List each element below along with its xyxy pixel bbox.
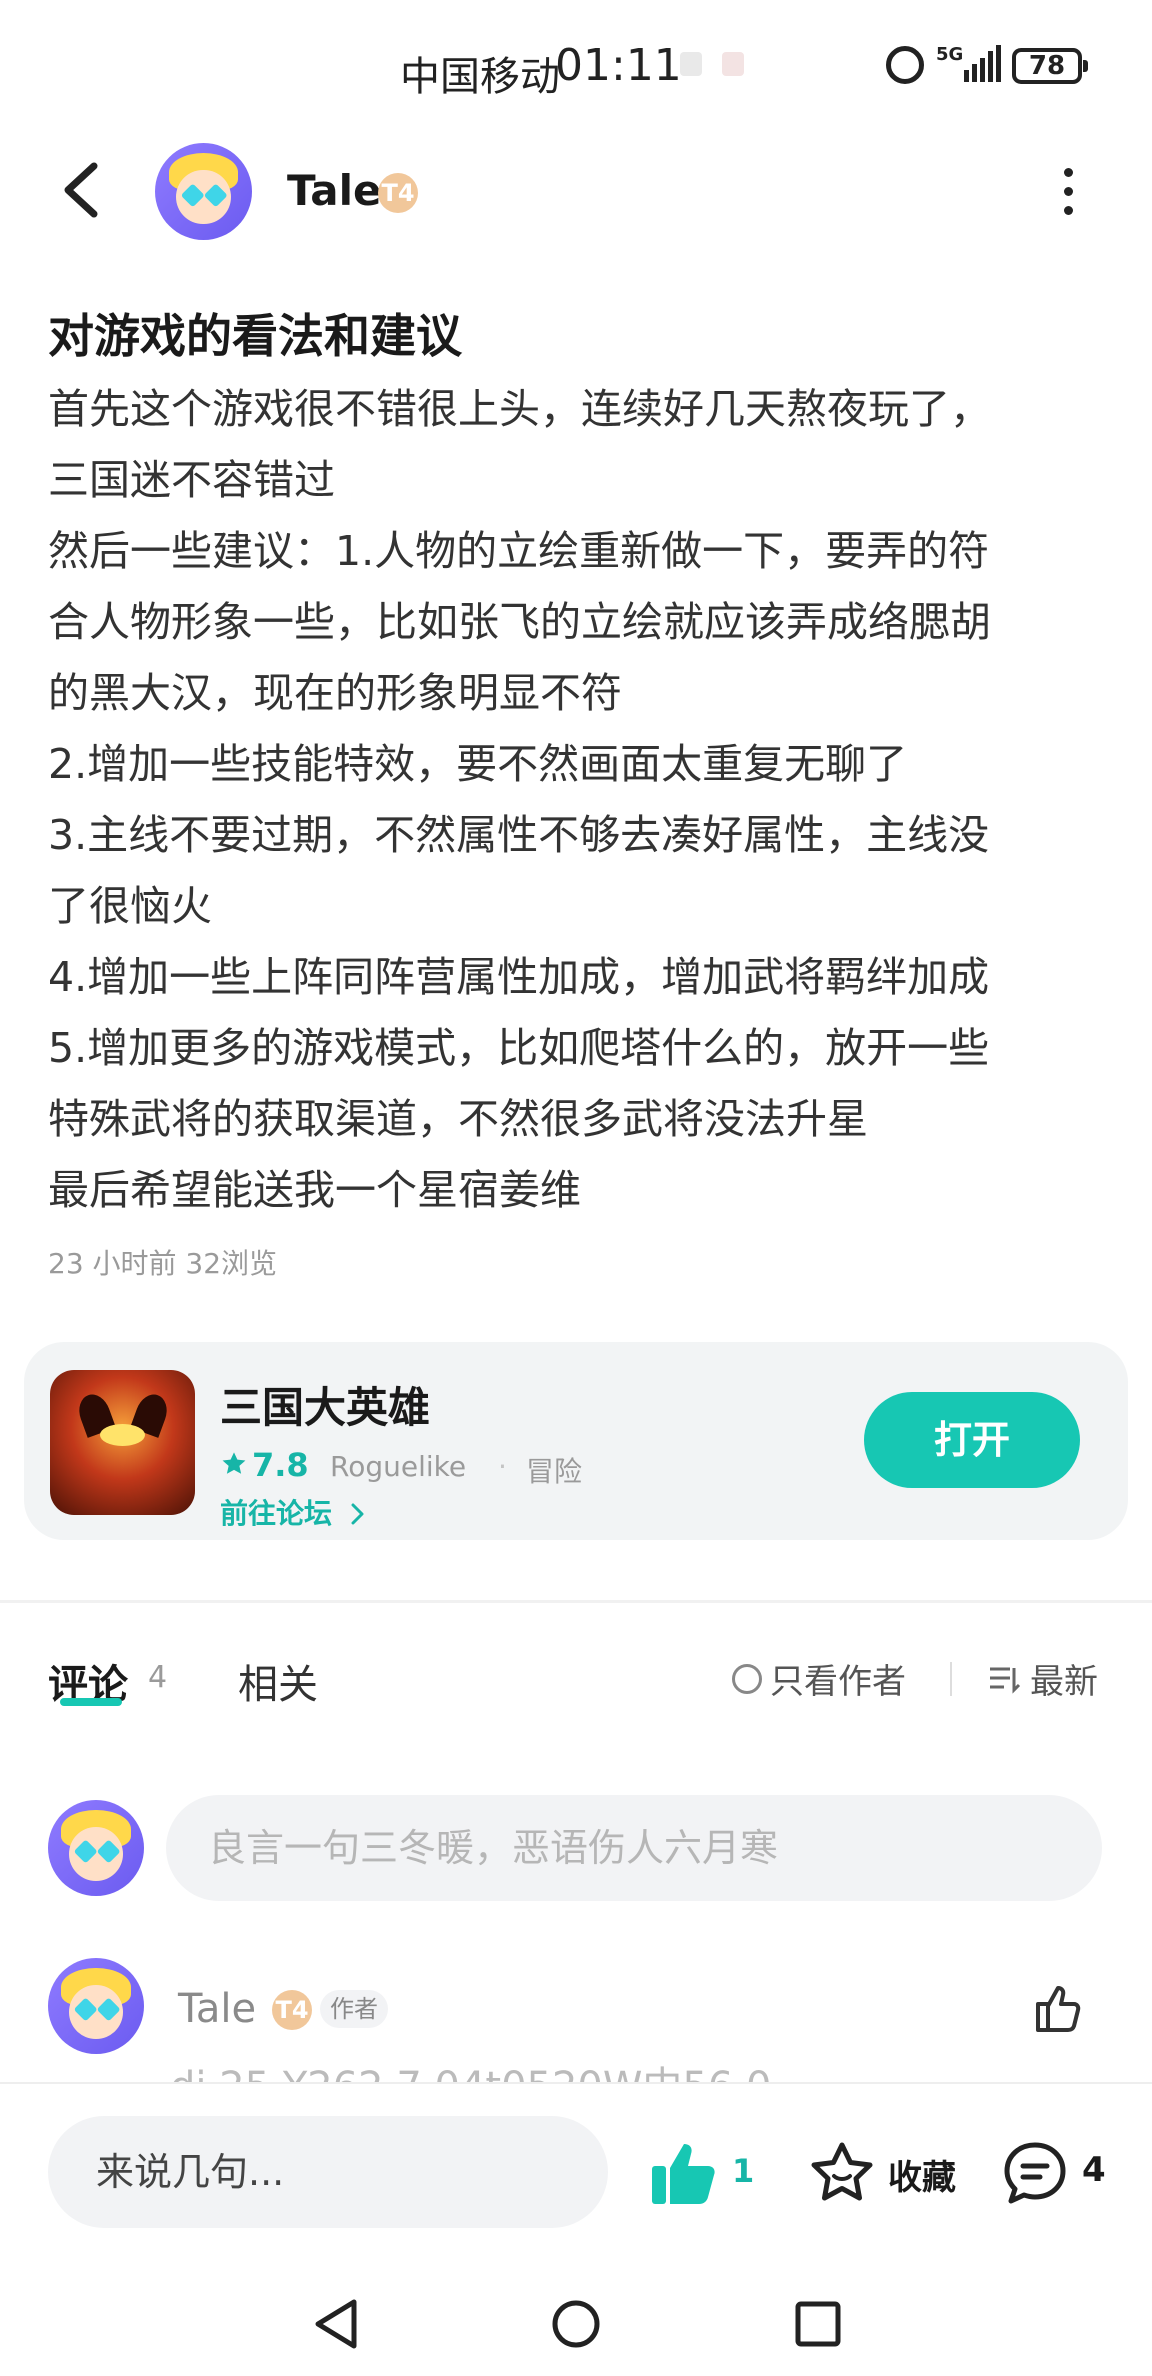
game-icon[interactable] xyxy=(50,1370,195,1515)
post-body-line: 4.增加一些上阵同阵营属性加成，增加武将羁绊加成 xyxy=(48,953,990,1001)
alarm-icon xyxy=(886,46,924,84)
more-options-icon[interactable] xyxy=(1060,168,1076,216)
only-author-label: 只看作者 xyxy=(770,1662,906,1702)
star-icon xyxy=(222,1452,246,1474)
star-outline-icon[interactable] xyxy=(810,2140,874,2204)
reply-input[interactable]: 来说几句... xyxy=(48,2116,608,2228)
level-badge: T4 xyxy=(378,173,418,213)
post-body-line: 三国迷不容错过 xyxy=(48,456,335,504)
nav-back-icon[interactable] xyxy=(310,2296,362,2352)
genre-tag: 冒险 xyxy=(526,1455,583,1488)
carrier-label: 中国移动 xyxy=(400,54,560,100)
open-game-button[interactable]: 打开 xyxy=(864,1392,1080,1488)
nav-home-icon[interactable] xyxy=(550,2296,602,2352)
level-badge: T4 xyxy=(272,1990,312,2030)
only-author-toggle[interactable]: 只看作者 xyxy=(732,1654,906,1703)
genre-separator: · xyxy=(498,1450,507,1483)
section-divider xyxy=(0,1600,1152,1603)
sort-label: 最新 xyxy=(1030,1662,1098,1702)
avatar[interactable] xyxy=(48,1958,144,2054)
like-count: 1 xyxy=(732,2152,755,2190)
post-body-line: 了很恼火 xyxy=(48,882,212,930)
author-name[interactable]: Tale xyxy=(287,166,381,215)
post-body-line: 最后希望能送我一个星宿姜维 xyxy=(48,1166,581,1214)
post-body-line: 5.增加更多的游戏模式，比如爬塔什么的，放开一些 xyxy=(48,1024,990,1072)
divider xyxy=(950,1662,952,1696)
notification-icon xyxy=(722,52,744,76)
like-icon[interactable] xyxy=(1030,1980,1086,2036)
rating-value: 7.8 xyxy=(252,1446,309,1484)
post-body-line: 特殊武将的获取渠道，不然很多武将没法升星 xyxy=(48,1095,868,1143)
notification-icon xyxy=(680,52,702,76)
post-body-line: 3.主线不要过期，不然属性不够去凑好属性，主线没 xyxy=(48,811,990,859)
game-rating: 7.8 xyxy=(220,1446,309,1484)
post-body-line: 然后一些建议：1.人物的立绘重新做一下，要弄的符 xyxy=(48,527,990,575)
game-name[interactable]: 三国大英雄 xyxy=(220,1374,430,1435)
post-body: 首先这个游戏很不错很上头，连续好几天熬夜玩了， 三国迷不容错过 然后一些建议：1… xyxy=(48,374,1108,1226)
comment-input[interactable]: 良言一句三冬暖，恶语伤人六月寒 xyxy=(166,1795,1102,1901)
nav-recents-icon[interactable] xyxy=(792,2296,844,2352)
post-meta: 23 小时前 32浏览 xyxy=(48,1247,278,1280)
comment-author-name[interactable]: Tale xyxy=(178,1986,256,2032)
forum-link-label: 前往论坛 xyxy=(220,1497,333,1530)
thumbs-up-icon[interactable] xyxy=(650,2140,720,2206)
forum-link[interactable]: 前往论坛 xyxy=(220,1492,368,1532)
bottom-action-bar: 来说几句... 1 收藏 4 xyxy=(0,2082,1152,2284)
comment-text: dj 25 Y262 7 04t0520W中56 0 xyxy=(170,2062,771,2084)
avatar[interactable] xyxy=(155,143,252,240)
game-card[interactable]: 三国大英雄 7.8 Roguelike · 冒险 前往论坛 打开 xyxy=(24,1342,1128,1540)
sort-toggle[interactable]: 最新 xyxy=(988,1654,1098,1703)
post-title: 对游戏的看法和建议 xyxy=(48,309,462,363)
sort-icon xyxy=(990,1667,1021,1694)
comment-count: 4 xyxy=(1082,2150,1106,2190)
network-type: 5G xyxy=(936,44,964,65)
post-body-line: 2.增加一些技能特效，要不然画面太重复无聊了 xyxy=(48,740,908,788)
signal-icon xyxy=(964,45,1001,82)
post-body-line: 的黑大汉，现在的形象明显不符 xyxy=(48,669,622,717)
comment-count: 4 xyxy=(148,1660,168,1695)
system-nav-bar xyxy=(0,2282,1152,2376)
post-body-line: 首先这个游戏很不错很上头，连续好几天熬夜玩了， xyxy=(48,385,991,433)
radio-icon xyxy=(732,1663,762,1694)
back-arrow-icon[interactable] xyxy=(56,160,116,220)
avatar xyxy=(48,1800,144,1896)
tab-related[interactable]: 相关 xyxy=(238,1652,318,1710)
genre-tag: Roguelike xyxy=(330,1450,467,1483)
battery-indicator: 78 xyxy=(1012,48,1088,84)
author-tag: 作者 xyxy=(320,1990,388,2028)
chevron-right-icon xyxy=(351,1503,364,1525)
favorite-label[interactable]: 收藏 xyxy=(888,2150,956,2199)
comment-bubble-icon[interactable] xyxy=(1002,2140,1068,2206)
status-bar: 中国移动 01:11 5G 78 xyxy=(0,0,1152,135)
post-body-line: 合人物形象一些，比如张飞的立绘就应该弄成络腮胡 xyxy=(48,598,991,646)
clock: 01:11 xyxy=(555,40,682,91)
active-tab-indicator xyxy=(60,1698,122,1706)
